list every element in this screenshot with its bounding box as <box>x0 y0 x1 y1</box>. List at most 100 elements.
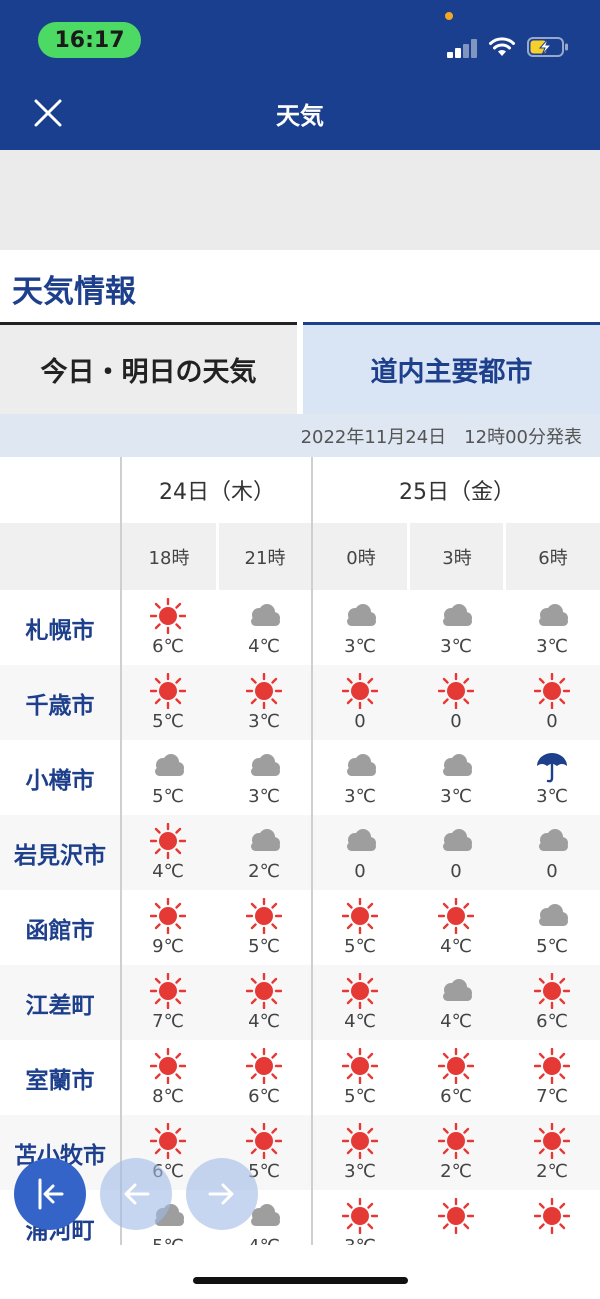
sunny-icon <box>437 1197 475 1235</box>
sunny-icon <box>149 897 187 935</box>
cloudy-icon <box>438 748 474 784</box>
table-row: 岩見沢市 4℃ 2℃ 0 0 0 <box>0 815 600 890</box>
temperature: 3℃ <box>440 636 472 657</box>
issued-text: 2022年11月24日 12時00分発表 <box>300 426 582 448</box>
sunny-icon <box>341 1047 379 1085</box>
cloudy-icon <box>342 598 378 634</box>
temperature: 7℃ <box>536 1086 568 1107</box>
temperature: 3℃ <box>536 786 568 807</box>
temperature: 5℃ <box>152 711 184 732</box>
forecast-cell: 6℃ <box>216 1040 312 1115</box>
tab-today-tomorrow[interactable]: 今日・明日の天気 <box>0 322 297 414</box>
city-name[interactable]: 江差町 <box>0 965 120 1040</box>
temperature: 0 <box>450 861 462 882</box>
forecast-cell: 3℃ <box>216 740 312 815</box>
city-name[interactable]: 札幌市 <box>0 590 120 665</box>
first-page-icon <box>38 1178 64 1210</box>
section-title: 天気情報 <box>12 274 136 310</box>
sunny-icon <box>245 1122 283 1160</box>
forecast-cell: 5℃ <box>120 665 216 740</box>
forecast-cell: 0 <box>408 815 504 890</box>
forecast-cell: 0 <box>408 665 504 740</box>
city-name[interactable]: 岩見沢市 <box>0 815 120 890</box>
sunny-icon <box>149 597 187 635</box>
day-header-row: 24日（木） 25日（金） <box>0 457 600 523</box>
table-row: 浦河町5℃4℃3℃ <box>0 1190 600 1245</box>
sunny-icon <box>149 1122 187 1160</box>
column-divider <box>120 457 122 1245</box>
city-name[interactable]: 小樽市 <box>0 740 120 815</box>
forecast-cell: 5℃ <box>312 890 408 965</box>
forecast-cell: 6℃ <box>504 965 600 1040</box>
battery-charging-icon <box>527 37 568 57</box>
temperature: 2℃ <box>536 1161 568 1182</box>
temperature: 4℃ <box>440 936 472 957</box>
temperature: 5℃ <box>536 936 568 957</box>
table-row: 札幌市 6℃ 4℃ 3℃ 3℃ 3℃ <box>0 590 600 665</box>
first-page-button[interactable] <box>14 1158 86 1230</box>
sunny-icon <box>437 1122 475 1160</box>
temperature: 2℃ <box>440 1161 472 1182</box>
previous-button[interactable] <box>100 1158 172 1230</box>
forecast-cell: 3℃ <box>504 740 600 815</box>
cloudy-icon <box>534 823 570 859</box>
forecast-cell: 7℃ <box>504 1040 600 1115</box>
temperature: 8℃ <box>152 1086 184 1107</box>
forecast-cell: 5℃ <box>120 740 216 815</box>
hour-header: 21時 <box>244 547 286 569</box>
forecast-cell: 4℃ <box>408 890 504 965</box>
tab-label: 道内主要都市 <box>370 357 533 388</box>
temperature: 4℃ <box>216 1236 312 1245</box>
hour-header-row: 18時 21時 0時 3時 6時 <box>0 523 600 590</box>
cloudy-icon <box>246 748 282 784</box>
hour-header: 6時 <box>538 547 568 569</box>
arrow-right-icon <box>208 1183 234 1205</box>
arrow-left-icon <box>124 1183 150 1205</box>
temperature: 3℃ <box>344 636 376 657</box>
temperature: 5℃ <box>344 1086 376 1107</box>
temperature: 3℃ <box>536 636 568 657</box>
forecast-cell: 0 <box>312 665 408 740</box>
home-indicator <box>193 1277 408 1284</box>
cloudy-icon <box>342 823 378 859</box>
sunny-icon <box>149 1047 187 1085</box>
cloudy-icon <box>246 598 282 634</box>
temperature: 5℃ <box>152 786 184 807</box>
forecast-cell: 2℃ <box>216 815 312 890</box>
temperature: 7℃ <box>152 1011 184 1032</box>
temperature: 3℃ <box>312 1236 408 1245</box>
cloudy-icon <box>534 598 570 634</box>
city-name[interactable]: 千歳市 <box>0 665 120 740</box>
forecast-cell: 5℃ <box>504 890 600 965</box>
forecast-cell: 0 <box>312 815 408 890</box>
nav-title: 天気 <box>276 102 324 130</box>
city-name[interactable]: 函館市 <box>0 890 120 965</box>
temperature: 4℃ <box>248 1011 280 1032</box>
forecast-cell: 6℃ <box>408 1040 504 1115</box>
forecast-cell: 4℃ <box>408 965 504 1040</box>
issued-timestamp: 2022年11月24日 12時00分発表 <box>0 414 600 457</box>
temperature: 3℃ <box>344 1161 376 1182</box>
tab-major-cities[interactable]: 道内主要都市 <box>303 322 600 414</box>
temperature: 4℃ <box>248 636 280 657</box>
status-time: 16:17 <box>38 22 141 58</box>
wifi-icon <box>489 37 515 56</box>
temperature: 6℃ <box>248 1086 280 1107</box>
table-row: 函館市 9℃ 5℃ 5℃ 4℃ 5℃ <box>0 890 600 965</box>
cloudy-icon <box>534 898 570 934</box>
sunny-icon <box>341 1122 379 1160</box>
temperature: 4℃ <box>344 1011 376 1032</box>
cloudy-icon <box>150 748 186 784</box>
ad-banner-area <box>0 150 600 250</box>
sunny-icon <box>245 672 283 710</box>
temperature: 3℃ <box>248 786 280 807</box>
sunny-icon <box>341 672 379 710</box>
city-name[interactable]: 室蘭市 <box>0 1040 120 1115</box>
temperature: 0 <box>546 861 558 882</box>
temperature: 2℃ <box>248 861 280 882</box>
table-row: 千歳市 5℃ 3℃ 0 0 0 <box>0 665 600 740</box>
next-button[interactable] <box>186 1158 258 1230</box>
sunny-icon <box>341 897 379 935</box>
cloudy-icon <box>438 973 474 1009</box>
camera-indicator-icon <box>445 12 453 20</box>
